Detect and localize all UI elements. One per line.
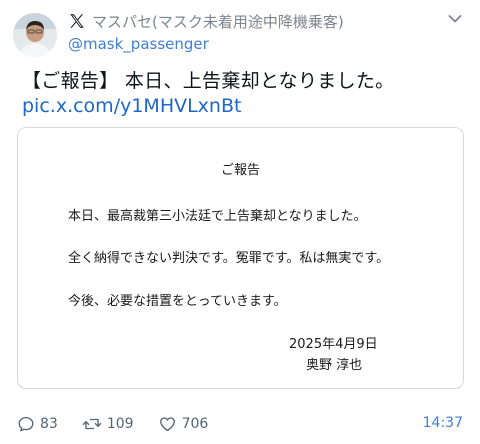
chevron-down-icon[interactable] — [448, 14, 462, 24]
repost-button[interactable]: 109 — [82, 415, 134, 433]
tweet-link[interactable]: pic.x.com/y1MHVLxnBt — [22, 95, 241, 117]
card-line-2: 全く納得できない判決です。冤罪です。私は無実です。 — [68, 251, 390, 266]
tweet-text: 【ご報告】 本日、上告棄却となりました。 — [22, 70, 395, 92]
reply-icon — [18, 416, 34, 432]
author-name-row[interactable]: マスパセ(マスク未着用途中降機乗客) — [68, 10, 344, 32]
card-title: ご報告 — [220, 163, 260, 178]
card-date: 2025年4月9日 — [289, 337, 378, 352]
attached-image-card[interactable]: ご報告 本日、最高裁第三小法廷で上告棄却となりました。 全く納得できない判決です… — [17, 127, 464, 389]
reply-count: 83 — [40, 416, 58, 432]
card-line-3: 今後、必要な措置をとっていきます。 — [68, 294, 287, 309]
action-bar: 83 109 706 — [17, 413, 232, 435]
x-logo-icon — [70, 14, 84, 28]
timestamp[interactable]: 14:37 — [423, 415, 463, 431]
avatar[interactable] — [13, 13, 57, 57]
reply-button[interactable]: 83 — [17, 415, 58, 433]
like-button[interactable]: 706 — [158, 415, 209, 433]
like-icon — [159, 417, 175, 432]
card-line-1: 本日、最高裁第三小法廷で上告棄却となりました。 — [68, 209, 367, 224]
display-name: マスパセ(マスク未着用途中降機乗客) — [92, 12, 344, 31]
repost-icon — [82, 418, 102, 430]
card-author: 奥野 淳也 — [306, 358, 363, 373]
handle[interactable]: @mask_passenger — [68, 35, 209, 53]
like-count: 706 — [181, 416, 209, 432]
repost-count: 109 — [106, 416, 134, 432]
